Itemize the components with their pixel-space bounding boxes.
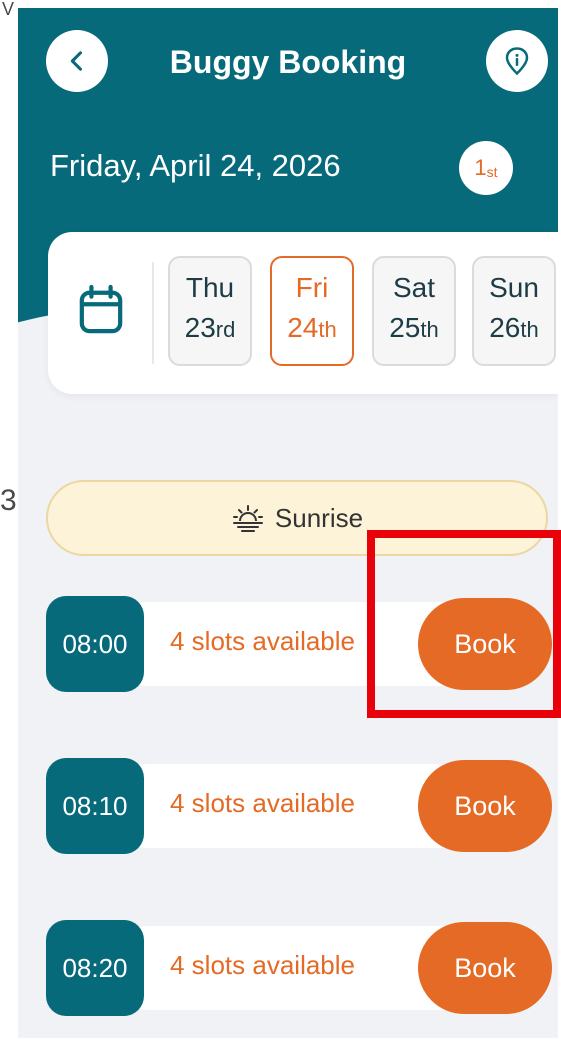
chevron-left-icon [70, 51, 83, 71]
ordinal-badge: 1st [459, 141, 513, 195]
day-fri[interactable]: Fri 24th [270, 256, 354, 366]
ordinal-badge-suffix: st [486, 164, 498, 180]
book-button[interactable]: Book [418, 760, 552, 852]
day-name: Sat [392, 272, 436, 303]
slot-row: 08:10 4 slots available Book [46, 758, 552, 854]
day-name: Fri [295, 272, 329, 303]
selected-date: Friday, April 24, 2026 [50, 148, 341, 183]
day-number: 26th [489, 312, 539, 343]
calendar-icon[interactable] [78, 282, 124, 338]
info-button[interactable] [486, 30, 548, 92]
day-name: Sun [489, 272, 539, 303]
day-name: Thu [185, 272, 235, 303]
slot-row: 08:20 4 slots available Book [46, 920, 552, 1016]
day-sat[interactable]: Sat 25th [372, 256, 456, 366]
ordinal-badge-number: 1 [474, 155, 487, 180]
slot-availability: 4 slots available [170, 626, 355, 656]
slot-time: 08:10 [46, 758, 144, 854]
stray-mark-top: V [2, 0, 15, 19]
day-number: 23rd [184, 312, 236, 343]
divider [152, 262, 154, 364]
slot-time: 08:20 [46, 920, 144, 1016]
back-button[interactable] [46, 30, 108, 92]
stray-mark-middle: 3 [0, 484, 17, 517]
sunrise-section-header: Sunrise [46, 480, 548, 556]
section-label: Sunrise [274, 502, 364, 533]
day-thu[interactable]: Thu 23rd [168, 256, 252, 366]
day-number: 25th [389, 312, 439, 343]
slot-availability: 4 slots available [170, 788, 355, 818]
sunrise-icon [232, 505, 263, 532]
day-number: 24th [287, 312, 337, 343]
left-margin: V 3 [0, 0, 18, 1047]
book-button[interactable]: Book [418, 922, 552, 1014]
book-button[interactable]: Book [418, 598, 552, 690]
buggy-booking-screen: Buggy Booking Friday, April 24, 2026 1st… [18, 8, 558, 1038]
slot-time: 08:00 [46, 596, 144, 692]
page-title: Buggy Booking [169, 44, 407, 80]
slot-row: 08:00 4 slots available Book [46, 596, 552, 692]
location-info-icon [505, 47, 529, 76]
day-sun[interactable]: Sun 26th [472, 256, 556, 366]
slot-availability: 4 slots available [170, 950, 355, 980]
week-selector: Thu 23rd Fri 24th Sat 25th Sun 26th [48, 232, 558, 394]
